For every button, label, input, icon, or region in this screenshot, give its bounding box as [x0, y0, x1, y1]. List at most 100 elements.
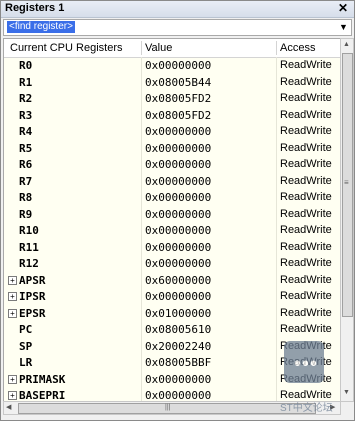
horizontal-scroll-thumb[interactable]: ||| [18, 403, 316, 414]
find-register-input[interactable]: <find register> [7, 21, 75, 33]
register-value: 0x00000000 [145, 141, 212, 155]
register-value: 0x00000000 [145, 372, 212, 386]
register-value: 0x20002240 [145, 339, 212, 353]
register-access: ReadWrite [280, 75, 332, 88]
registers-window: Registers 1 ✕ <find register> ▼ Current … [0, 0, 355, 421]
register-name: PC [19, 323, 33, 336]
table-row[interactable]: R2 0x08005FD2 ReadWrite [4, 91, 340, 107]
register-name: R4 [19, 125, 33, 138]
register-name: R1 [19, 75, 33, 89]
table-row[interactable]: R8 0x00000000 ReadWrite [4, 190, 340, 206]
register-value: 0x08005FD2 [145, 92, 212, 105]
thumb-grip-icon: ≡ [344, 178, 349, 187]
expand-icon[interactable]: + [8, 391, 17, 400]
register-value: 0x00000000 [145, 59, 212, 72]
expand-icon[interactable]: + [8, 374, 17, 384]
register-value: 0x00000000 [145, 158, 212, 171]
table-row[interactable]: + EPSR 0x01000000 ReadWrite [4, 306, 340, 322]
expand-icon[interactable]: + [8, 308, 17, 318]
register-name: SP [19, 339, 33, 353]
register-name: R5 [19, 141, 33, 155]
watermark-text: ST中文论坛 [280, 403, 333, 414]
register-name: R6 [19, 158, 33, 171]
register-value: 0x01000000 [145, 306, 212, 320]
register-access: ReadWrite [280, 257, 332, 269]
table-row[interactable]: R7 0x00000000 ReadWrite [4, 174, 340, 190]
register-name: PRIMASK [19, 372, 66, 386]
register-name: R12 [19, 257, 39, 270]
register-access: ReadWrite [280, 59, 332, 71]
table-row[interactable]: R0 0x00000000 ReadWrite [4, 58, 340, 74]
register-name: R3 [19, 108, 33, 122]
register-access: ReadWrite [280, 158, 332, 170]
register-value: 0x00000000 [145, 125, 212, 138]
window-title: Registers 1 [5, 2, 65, 14]
register-name: R0 [19, 59, 33, 72]
table-row[interactable]: R5 0x00000000 ReadWrite [4, 141, 340, 157]
column-header-registers[interactable]: Current CPU Registers [10, 42, 122, 54]
register-name: LR [19, 356, 33, 369]
register-name: R11 [19, 240, 39, 254]
column-header-access[interactable]: Access [280, 42, 315, 54]
chevron-down-icon[interactable]: ▼ [337, 21, 350, 34]
register-access: ReadWrite [280, 125, 332, 137]
table-row[interactable]: R3 0x08005FD2 ReadWrite [4, 108, 340, 124]
table-row[interactable]: R9 0x00000000 ReadWrite [4, 207, 340, 223]
register-access: ReadWrite [280, 141, 332, 154]
scroll-left-icon[interactable]: ◀ [6, 403, 11, 411]
register-access: ReadWrite [280, 323, 332, 335]
table-row[interactable]: R4 0x00000000 ReadWrite [4, 124, 340, 140]
table-header: Current CPU Registers Value Access [4, 39, 340, 58]
register-value: 0x08005FD2 [145, 108, 212, 122]
register-name: R9 [19, 207, 33, 221]
register-value: 0x60000000 [145, 273, 212, 287]
table-row[interactable]: + IPSR 0x00000000 ReadWrite [4, 289, 340, 305]
vertical-scroll-thumb[interactable]: ≡ [342, 53, 353, 317]
register-name: APSR [19, 273, 46, 287]
title-bar: Registers 1 ✕ [1, 1, 354, 18]
register-access: ReadWrite [280, 191, 332, 203]
chat-bubble-icon: ••• [284, 341, 324, 383]
register-value: 0x00000000 [145, 240, 212, 254]
column-divider[interactable] [141, 41, 142, 55]
table-row[interactable]: + APSR 0x60000000 ReadWrite [4, 273, 340, 289]
register-name: R7 [19, 174, 33, 188]
table-row[interactable]: R12 0x00000000 ReadWrite [4, 256, 340, 272]
register-access: ReadWrite [280, 207, 332, 220]
register-value: 0x08005B44 [145, 75, 212, 89]
register-name: R8 [19, 191, 33, 204]
register-access: ReadWrite [280, 92, 332, 104]
register-name: R10 [19, 224, 39, 237]
register-access: ReadWrite [280, 273, 332, 286]
register-access: ReadWrite [280, 306, 332, 319]
register-access: ReadWrite [280, 174, 332, 187]
register-name: R2 [19, 92, 33, 105]
forum-watermark: ••• ST中文论坛 [278, 341, 348, 416]
expand-icon[interactable]: + [8, 292, 17, 301]
register-value: 0x00000000 [145, 191, 212, 204]
column-header-value[interactable]: Value [145, 42, 172, 54]
register-value: 0x08005BBF [145, 356, 212, 369]
register-value: 0x00000000 [145, 207, 212, 221]
register-value: 0x08005610 [145, 323, 212, 336]
close-icon[interactable]: ✕ [338, 1, 348, 15]
scroll-up-icon[interactable]: ▲ [343, 41, 350, 48]
register-value: 0x00000000 [145, 224, 212, 237]
table-row[interactable]: R10 0x00000000 ReadWrite [4, 223, 340, 239]
column-divider[interactable] [276, 41, 277, 55]
find-register-combobox[interactable]: <find register> ▼ [3, 19, 352, 36]
expand-icon[interactable]: + [8, 275, 17, 285]
table-row[interactable]: R6 0x00000000 ReadWrite [4, 157, 340, 173]
table-row[interactable]: R1 0x08005B44 ReadWrite [4, 75, 340, 91]
table-row[interactable]: R11 0x00000000 ReadWrite [4, 240, 340, 256]
thumb-grip-icon: ||| [165, 404, 171, 411]
register-access: ReadWrite [280, 108, 332, 121]
register-access: ReadWrite [280, 240, 332, 253]
register-name: EPSR [19, 306, 46, 320]
register-access: ReadWrite [280, 224, 332, 236]
table-row[interactable]: PC 0x08005610 ReadWrite [4, 322, 340, 338]
register-value: 0x00000000 [145, 174, 212, 188]
register-value: 0x00000000 [145, 290, 212, 303]
register-access: ReadWrite [280, 290, 332, 302]
register-name: IPSR [19, 290, 46, 303]
